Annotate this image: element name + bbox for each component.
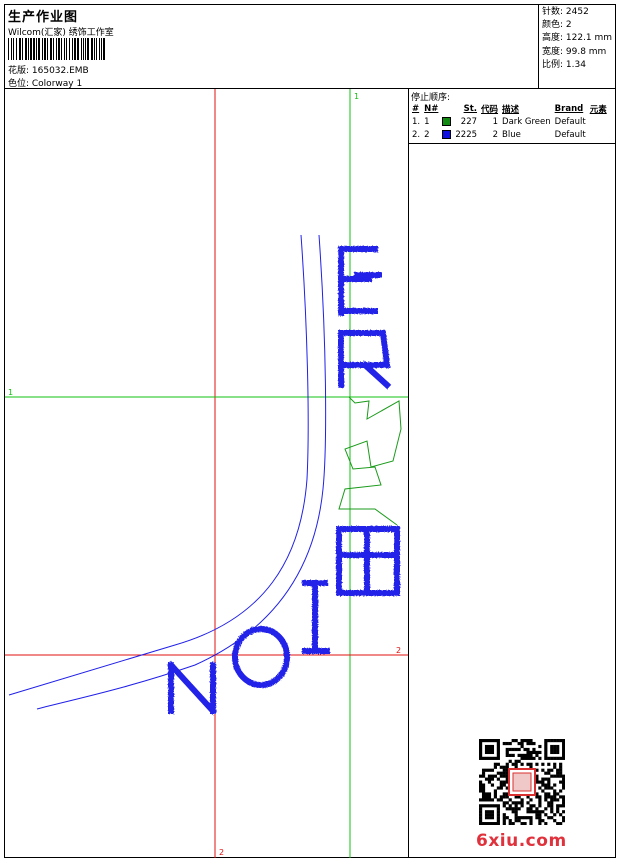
col-header-needle: N#: [424, 103, 439, 114]
green-underlay: [338, 396, 402, 526]
colorway-label: 色位: Colorway 1: [8, 79, 83, 89]
stop-sequence-table: # N# St. 代码 描述 Brand 元素 1. 1 227 1 Dark …: [410, 102, 609, 141]
col-header-code: 代码: [481, 104, 499, 115]
design-height: 高度: 122.1 mm: [542, 33, 613, 44]
col-header-description: 描述: [502, 104, 520, 115]
col-header-index: #: [412, 103, 420, 114]
watermark-logo: 6xiu.com: [476, 831, 567, 851]
row-color-cell: [440, 115, 453, 128]
table-row: 1. 1 227 1 Dark Green Default: [410, 115, 609, 128]
row-description: Dark Green: [502, 116, 551, 127]
page-title: 生产作业图: [8, 10, 79, 25]
row-index: 2.: [412, 129, 421, 140]
letter-o: [232, 626, 290, 688]
worksheet-header: 生产作业图 Wilcom(汇家) 绣饰工作室 花版: 165032.EMB 色位…: [5, 5, 615, 89]
stop-sequence-panel: 停止顺序: # N# St. 代码 描述 Brand 元素 1. 1 227 1…: [409, 89, 615, 144]
qr-code-icon: [479, 739, 565, 825]
letter-e-top: [338, 246, 382, 316]
guide-label-v-red: 2: [219, 848, 224, 857]
studio-name: Wilcom(汇家) 绣饰工作室: [8, 28, 114, 38]
row-needle: 1: [424, 116, 430, 127]
table-header-row: # N# St. 代码 描述 Brand 元素: [410, 102, 609, 115]
guide-label-h-green: 1: [8, 388, 13, 397]
color-swatch: [442, 116, 452, 126]
row-color-cell: [440, 128, 453, 141]
row-brand: Default: [554, 116, 586, 127]
barcode-icon: [8, 38, 105, 60]
row-index: 1.: [412, 116, 421, 127]
col-header-brand: Brand: [554, 103, 584, 114]
row-needle: 2: [424, 129, 430, 140]
color-swatch: [442, 129, 452, 139]
production-worksheet: 生产作业图 Wilcom(汇家) 绣饰工作室 花版: 165032.EMB 色位…: [4, 4, 616, 858]
satin-lettering: [166, 246, 400, 716]
design-file-label: 花版: 165032.EMB: [8, 66, 89, 76]
row-code: 2: [492, 129, 499, 140]
table-row: 2. 2 2225 2 Blue Default: [410, 128, 609, 141]
letter-n: [166, 660, 218, 716]
row-description: Blue: [502, 129, 521, 140]
design-width: 宽度: 99.8 mm: [542, 46, 607, 57]
guide-label-v-green: 1: [354, 92, 359, 101]
letter-h: [336, 526, 400, 596]
row-element: [588, 128, 609, 141]
row-brand: Default: [554, 129, 586, 140]
design-stats: 针数: 2452 颜色: 2 高度: 122.1 mm 宽度: 99.8 mm …: [538, 5, 615, 89]
row-element: [588, 115, 609, 128]
guide-label-h-red: 2: [396, 646, 401, 655]
letter-i: [302, 580, 330, 654]
design-preview: 2 1 1 2: [5, 89, 409, 858]
stitch-count: 针数: 2452: [542, 7, 589, 17]
col-header-color: [440, 102, 453, 115]
run-stitch-outer: [8, 234, 309, 696]
col-header-stitches: St.: [463, 103, 478, 114]
row-stitches: 2225: [455, 129, 478, 140]
embroidery-canvas: 2 1 1 2: [5, 89, 408, 858]
color-count: 颜色: 2: [542, 20, 572, 31]
letter-r: [338, 330, 392, 390]
design-scale: 比例: 1.34: [542, 59, 586, 70]
row-code: 1: [492, 116, 499, 127]
row-stitches: 227: [460, 116, 478, 127]
col-header-element: 元素: [589, 104, 607, 115]
